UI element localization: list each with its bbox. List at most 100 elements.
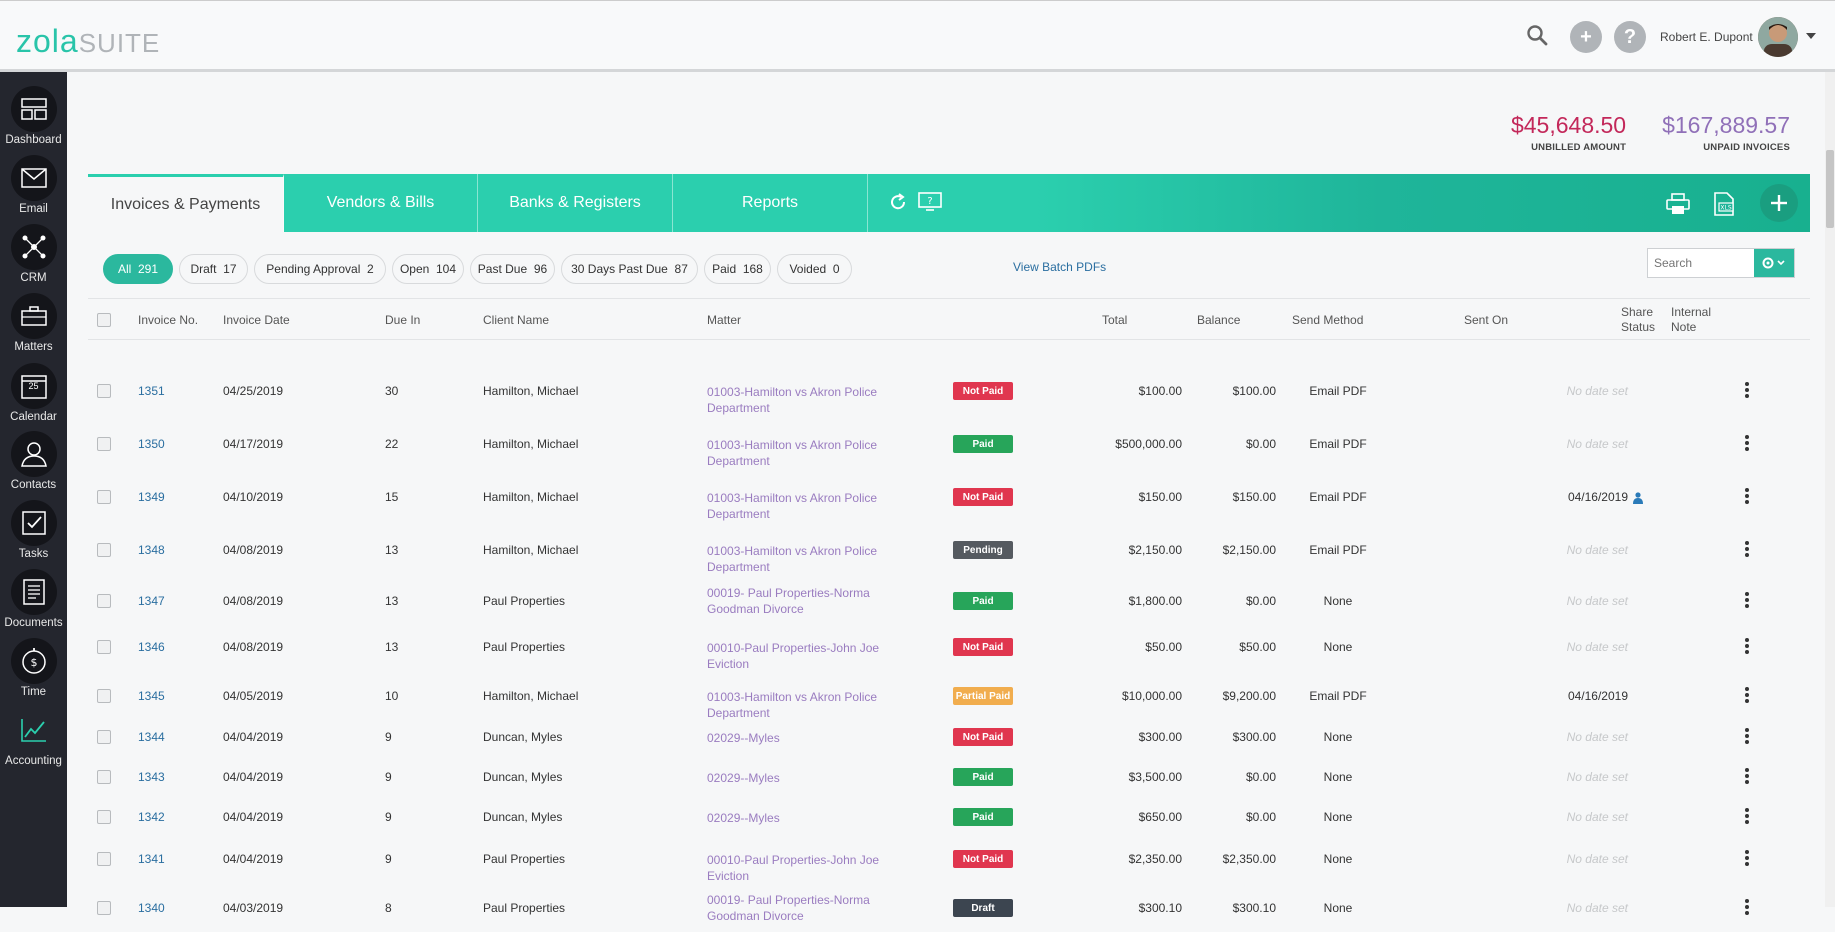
- settings-gear-dropdown[interactable]: [1754, 249, 1794, 277]
- sidebar-item-crm[interactable]: CRM: [0, 224, 67, 292]
- page-scrollbar[interactable]: [1825, 72, 1835, 907]
- invoice-number-link[interactable]: 1344: [138, 730, 165, 744]
- row-checkbox[interactable]: [97, 437, 111, 451]
- row-actions-menu-icon[interactable]: [1745, 687, 1749, 705]
- col-invoice-no[interactable]: Invoice No.: [138, 313, 198, 327]
- row-checkbox[interactable]: [97, 640, 111, 654]
- invoice-number-link[interactable]: 1348: [138, 543, 165, 557]
- row-actions-menu-icon[interactable]: [1745, 850, 1749, 868]
- tab-reports[interactable]: Reports: [673, 174, 868, 232]
- matter-link[interactable]: 00010-Paul Properties-John Joe Eviction: [707, 640, 897, 672]
- shared-user-icon[interactable]: [1633, 491, 1643, 509]
- tab-invoices-payments[interactable]: Invoices & Payments: [88, 174, 284, 232]
- user-name[interactable]: Robert E. Dupont: [1660, 30, 1753, 44]
- filter-voided[interactable]: Voided 0: [777, 254, 852, 284]
- row-actions-menu-icon[interactable]: [1745, 808, 1749, 826]
- table-row[interactable]: 1345 04/05/2019 10 Hamilton, Michael 010…: [88, 672, 1810, 720]
- matter-link[interactable]: 00019- Paul Properties-Norma Goodman Div…: [707, 892, 897, 924]
- row-actions-menu-icon[interactable]: [1745, 382, 1749, 400]
- add-new-button[interactable]: +: [1570, 21, 1602, 53]
- user-avatar[interactable]: [1758, 17, 1798, 57]
- search-input[interactable]: [1648, 249, 1754, 277]
- help-button[interactable]: ?: [1614, 21, 1646, 53]
- row-actions-menu-icon[interactable]: [1745, 638, 1749, 656]
- sidebar-item-tasks[interactable]: Tasks: [0, 500, 67, 568]
- table-row[interactable]: 1348 04/08/2019 13 Hamilton, Michael 010…: [88, 525, 1810, 575]
- row-actions-menu-icon[interactable]: [1745, 592, 1749, 610]
- table-row[interactable]: 1342 04/04/2019 9 Duncan, Myles 02029--M…: [88, 798, 1810, 836]
- table-row[interactable]: 1340 04/03/2019 8 Paul Properties 00019-…: [88, 884, 1810, 932]
- table-row[interactable]: 1341 04/04/2019 9 Paul Properties 00010-…: [88, 838, 1810, 883]
- row-checkbox[interactable]: [97, 384, 111, 398]
- invoice-number-link[interactable]: 1343: [138, 770, 165, 784]
- invoice-number-link[interactable]: 1346: [138, 640, 165, 654]
- table-row[interactable]: 1343 04/04/2019 9 Duncan, Myles 02029--M…: [88, 758, 1810, 796]
- filter-30-days-past-due[interactable]: 30 Days Past Due 87: [561, 254, 698, 284]
- select-all-checkbox[interactable]: [97, 313, 111, 327]
- col-send-method[interactable]: Send Method: [1292, 313, 1363, 327]
- col-matter[interactable]: Matter: [707, 313, 741, 327]
- col-due-in[interactable]: Due In: [385, 313, 420, 327]
- table-row[interactable]: 1344 04/04/2019 9 Duncan, Myles 02029--M…: [88, 718, 1810, 756]
- print-icon[interactable]: [1662, 188, 1694, 220]
- table-row[interactable]: 1349 04/10/2019 15 Hamilton, Michael 010…: [88, 472, 1810, 522]
- filter-past-due[interactable]: Past Due 96: [470, 254, 555, 284]
- filter-draft[interactable]: Draft 17: [179, 254, 248, 284]
- invoice-number-link[interactable]: 1341: [138, 852, 165, 866]
- help-screen-icon[interactable]: ?: [918, 192, 942, 217]
- row-actions-menu-icon[interactable]: [1745, 768, 1749, 786]
- export-xls-icon[interactable]: XLS: [1708, 188, 1740, 220]
- invoice-number-link[interactable]: 1342: [138, 810, 165, 824]
- invoice-number-link[interactable]: 1349: [138, 490, 165, 504]
- invoice-number-link[interactable]: 1340: [138, 901, 165, 915]
- row-actions-menu-icon[interactable]: [1745, 435, 1749, 453]
- invoice-number-link[interactable]: 1347: [138, 594, 165, 608]
- row-checkbox[interactable]: [97, 490, 111, 504]
- refresh-icon[interactable]: [888, 192, 908, 217]
- sidebar-item-dashboard[interactable]: Dashboard: [0, 86, 67, 154]
- row-checkbox[interactable]: [97, 594, 111, 608]
- filter-all[interactable]: All 291: [103, 254, 173, 284]
- matter-link[interactable]: 01003-Hamilton vs Akron Police Departmen…: [707, 543, 897, 575]
- row-actions-menu-icon[interactable]: [1745, 541, 1749, 559]
- col-sent-on[interactable]: Sent On: [1464, 313, 1508, 327]
- zolasuite-logo[interactable]: zolaSUITE: [16, 23, 160, 60]
- table-row[interactable]: 1351 04/25/2019 30 Hamilton, Michael 010…: [88, 366, 1810, 416]
- col-client-name[interactable]: Client Name: [483, 313, 549, 327]
- row-checkbox[interactable]: [97, 770, 111, 784]
- matter-link[interactable]: 01003-Hamilton vs Akron Police Departmen…: [707, 384, 897, 416]
- invoice-number-link[interactable]: 1351: [138, 384, 165, 398]
- matter-link[interactable]: 02029--Myles: [707, 730, 897, 746]
- table-row[interactable]: 1346 04/08/2019 13 Paul Properties 00010…: [88, 626, 1810, 671]
- matter-link[interactable]: 01003-Hamilton vs Akron Police Departmen…: [707, 437, 897, 469]
- row-actions-menu-icon[interactable]: [1745, 488, 1749, 506]
- col-balance[interactable]: Balance: [1197, 313, 1240, 327]
- col-invoice-date[interactable]: Invoice Date: [223, 313, 290, 327]
- sidebar-item-calendar[interactable]: 25 Calendar: [0, 363, 67, 431]
- filter-paid[interactable]: Paid 168: [704, 254, 771, 284]
- matter-link[interactable]: 01003-Hamilton vs Akron Police Departmen…: [707, 689, 897, 721]
- sidebar-item-matters[interactable]: Matters: [0, 293, 67, 361]
- sidebar-item-contacts[interactable]: Contacts: [0, 431, 67, 499]
- matter-link[interactable]: 01003-Hamilton vs Akron Police Departmen…: [707, 490, 897, 522]
- sidebar-item-time[interactable]: $ Time: [0, 638, 67, 706]
- view-batch-pdfs-link[interactable]: View Batch PDFs: [1013, 260, 1106, 274]
- add-invoice-button[interactable]: [1760, 184, 1798, 222]
- row-actions-menu-icon[interactable]: [1745, 728, 1749, 746]
- sidebar-item-email[interactable]: Email: [0, 155, 67, 223]
- row-checkbox[interactable]: [97, 730, 111, 744]
- table-row[interactable]: 1350 04/17/2019 22 Hamilton, Michael 010…: [88, 419, 1810, 469]
- row-checkbox[interactable]: [97, 901, 111, 915]
- user-menu-chevron-down-icon[interactable]: [1806, 33, 1816, 39]
- matter-link[interactable]: 00019- Paul Properties-Norma Goodman Div…: [707, 585, 897, 617]
- sidebar-item-documents[interactable]: Documents: [0, 569, 67, 637]
- invoice-number-link[interactable]: 1350: [138, 437, 165, 451]
- scrollbar-thumb[interactable]: [1826, 150, 1834, 228]
- sidebar-item-accounting[interactable]: Accounting: [0, 707, 67, 775]
- row-checkbox[interactable]: [97, 852, 111, 866]
- invoice-number-link[interactable]: 1345: [138, 689, 165, 703]
- search-icon[interactable]: [1525, 23, 1551, 49]
- matter-link[interactable]: 02029--Myles: [707, 810, 897, 826]
- row-actions-menu-icon[interactable]: [1745, 899, 1749, 917]
- tab-vendors-bills[interactable]: Vendors & Bills: [284, 174, 478, 232]
